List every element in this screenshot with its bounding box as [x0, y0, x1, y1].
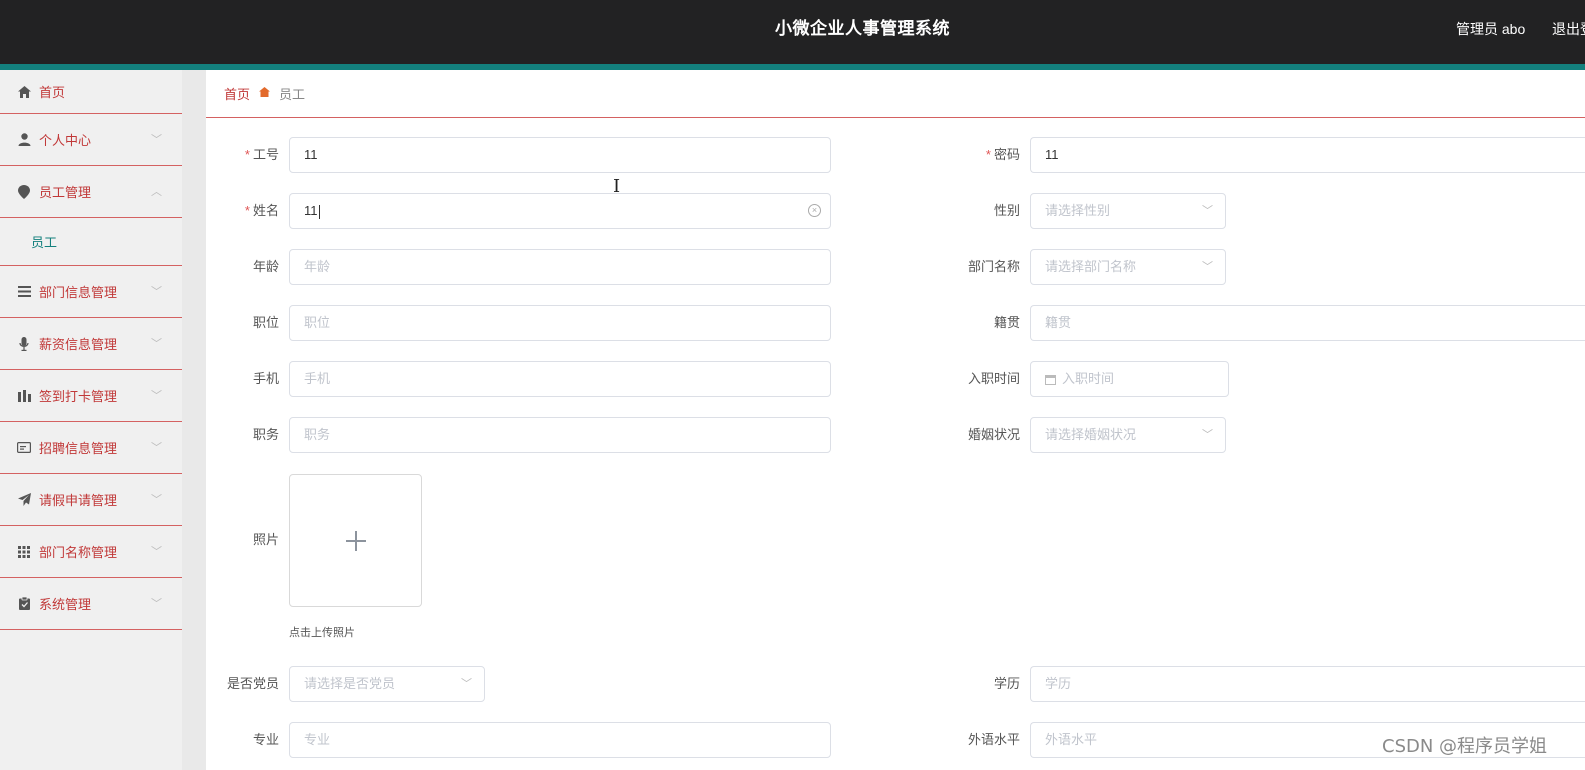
- breadcrumb: 首页 员工: [206, 70, 1585, 118]
- chevron-down-icon: ﹀: [151, 338, 162, 350]
- send-icon: [17, 493, 31, 507]
- required-mark: *: [244, 203, 250, 218]
- hire-date-picker[interactable]: 入职时间: [1030, 361, 1229, 397]
- watermark: CSDN @程序员学姐: [1382, 736, 1548, 757]
- sidebar-item-recruitment[interactable]: 招聘信息管理 ﹀: [0, 422, 182, 474]
- name-label: * 姓名: [244, 203, 279, 218]
- sidebar-item-label: 薪资信息管理: [39, 337, 118, 352]
- sidebar-item-employee-management[interactable]: 员工管理 ︿: [0, 166, 182, 218]
- clipboard-icon: [17, 597, 31, 611]
- menu-icon: [17, 285, 31, 299]
- phone-input[interactable]: 手机: [289, 361, 831, 397]
- chevron-down-icon: ﹀: [1202, 261, 1213, 273]
- major-input[interactable]: 专业: [289, 722, 831, 758]
- language-label: 外语水平: [967, 732, 1020, 747]
- sidebar-item-salary-info[interactable]: 薪资信息管理 ﹀: [0, 318, 182, 370]
- sidebar-item-department-info[interactable]: 部门信息管理 ﹀: [0, 266, 182, 318]
- employee-no-label: * 工号: [244, 147, 279, 162]
- microphone-icon: [17, 336, 31, 351]
- password-input[interactable]: 11: [1030, 137, 1585, 173]
- sidebar-item-label: 签到打卡管理: [39, 389, 118, 404]
- department-label: 部门名称: [967, 259, 1020, 274]
- chevron-down-icon: ﹀: [151, 598, 162, 610]
- sidebar: 首页 个人中心 ﹀ 员工管理 ︿ 员工 部门信息管理 ﹀ 薪资信息管理 ﹀ 签到…: [0, 70, 182, 770]
- sidebar-item-label: 部门信息管理: [39, 285, 118, 300]
- chevron-down-icon: ﹀: [1202, 205, 1213, 217]
- chevron-down-icon: ﹀: [151, 546, 162, 558]
- text-caret: [318, 204, 320, 219]
- age-input[interactable]: 年龄: [289, 249, 831, 285]
- duty-label: 职务: [252, 427, 279, 442]
- card-icon: [17, 441, 31, 455]
- required-mark: *: [985, 147, 991, 162]
- required-mark: *: [244, 147, 250, 162]
- chevron-down-icon: ﹀: [151, 390, 162, 402]
- logout-button[interactable]: 退出登录: [1552, 0, 1585, 58]
- duty-input[interactable]: 职务: [289, 417, 831, 453]
- employee-no-input[interactable]: 11: [289, 137, 831, 173]
- breadcrumb-home-link[interactable]: 首页: [224, 84, 250, 103]
- sidebar-item-label: 首页: [39, 85, 66, 100]
- sidebar-item-attendance[interactable]: 签到打卡管理 ﹀: [0, 370, 182, 422]
- position-input[interactable]: 职位: [289, 305, 831, 341]
- chevron-down-icon: ﹀: [151, 134, 162, 146]
- party-member-label: 是否党员: [226, 676, 279, 691]
- party-member-select[interactable]: 请选择是否党员 ﹀: [289, 666, 485, 702]
- education-input[interactable]: 学历: [1030, 666, 1585, 702]
- upload-tip: 点击上传照片: [289, 627, 355, 639]
- current-user: 管理员 abo: [1456, 21, 1526, 37]
- major-label: 专业: [252, 732, 279, 747]
- clear-icon[interactable]: ×: [808, 204, 821, 217]
- sidebar-item-label: 员工管理: [39, 185, 92, 200]
- sidebar-item-label: 招聘信息管理: [39, 441, 118, 456]
- sidebar-subitem-employee[interactable]: 员工: [0, 218, 182, 266]
- sidebar-item-label: 请假申请管理: [39, 493, 118, 508]
- hometown-input[interactable]: 籍贯: [1030, 305, 1585, 341]
- sidebar-item-label: 个人中心: [39, 133, 92, 148]
- age-label: 年龄: [252, 259, 279, 274]
- breadcrumb-current: 员工: [279, 87, 306, 102]
- department-select[interactable]: 请选择部门名称 ﹀: [1030, 249, 1226, 285]
- mouse-ibeam-cursor: I: [613, 176, 621, 197]
- sidebar-item-label: 系统管理: [39, 597, 92, 612]
- sidebar-subitem-label: 员工: [31, 235, 58, 250]
- sidebar-item-label: 部门名称管理: [39, 545, 118, 560]
- marital-label: 婚姻状况: [967, 427, 1020, 442]
- home-fill-icon: [259, 87, 271, 100]
- photo-label: 照片: [252, 532, 279, 547]
- home-icon: [17, 85, 31, 99]
- hire-date-label: 入职时间: [967, 371, 1020, 386]
- sidebar-item-leave-application[interactable]: 请假申请管理 ﹀: [0, 474, 182, 526]
- location-icon: [17, 184, 31, 199]
- top-bar: 小微企业人事管理系统 管理员 abo 退出登录: [0, 0, 1585, 64]
- name-input[interactable]: 11 ×: [289, 193, 831, 229]
- grid-icon: [17, 545, 31, 559]
- chevron-down-icon: ﹀: [1202, 429, 1213, 441]
- photo-upload-button[interactable]: [289, 474, 422, 607]
- chevron-down-icon: ﹀: [461, 678, 472, 690]
- app-title: 小微企业人事管理系统: [775, 19, 950, 38]
- education-label: 学历: [993, 676, 1020, 691]
- position-label: 职位: [252, 315, 279, 330]
- sidebar-item-department-name[interactable]: 部门名称管理 ﹀: [0, 526, 182, 578]
- calendar-icon: [1045, 374, 1056, 385]
- hometown-label: 籍贯: [993, 315, 1020, 330]
- marital-select[interactable]: 请选择婚姻状况 ﹀: [1030, 417, 1226, 453]
- phone-label: 手机: [252, 371, 279, 386]
- chevron-down-icon: ﹀: [151, 494, 162, 506]
- gender-select[interactable]: 请选择性别 ﹀: [1030, 193, 1226, 229]
- chevron-down-icon: ﹀: [151, 442, 162, 454]
- sidebar-item-home[interactable]: 首页: [0, 70, 182, 114]
- sidebar-item-system-management[interactable]: 系统管理 ﹀: [0, 578, 182, 630]
- chevron-down-icon: ﹀: [151, 286, 162, 298]
- sidebar-item-personal-center[interactable]: 个人中心 ﹀: [0, 114, 182, 166]
- password-label: * 密码: [985, 147, 1020, 162]
- user-icon: [17, 133, 31, 147]
- chevron-up-icon: ︿: [151, 186, 162, 198]
- gender-label: 性别: [993, 203, 1020, 218]
- chart-icon: [17, 389, 31, 403]
